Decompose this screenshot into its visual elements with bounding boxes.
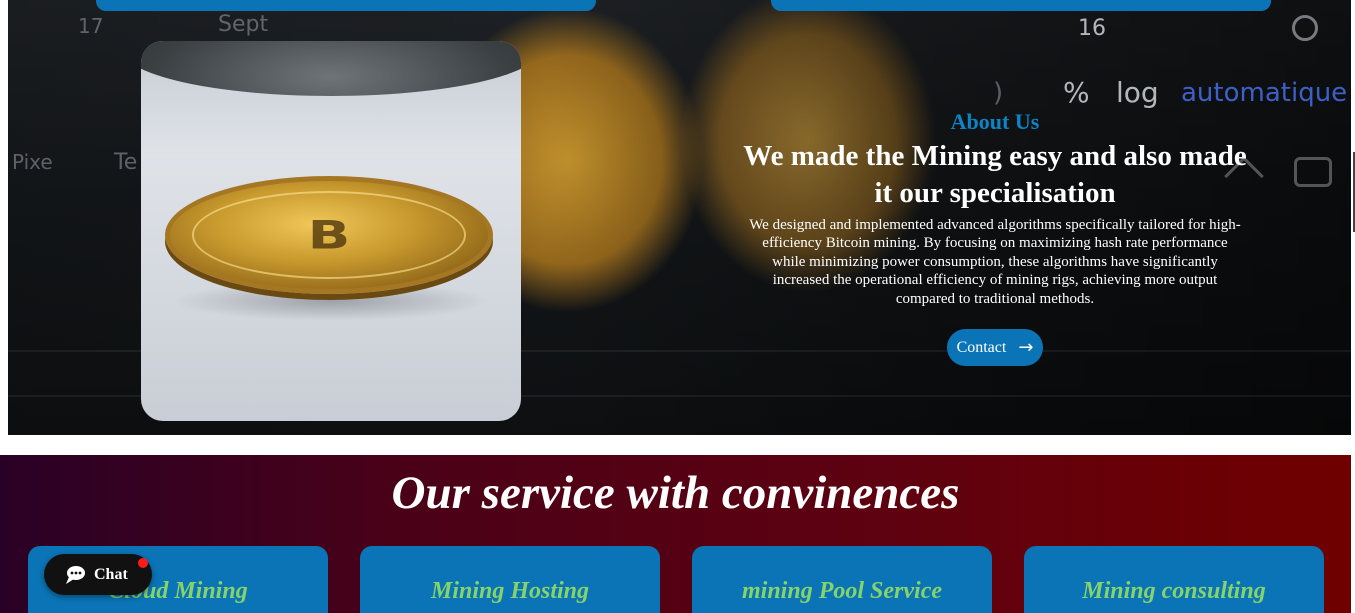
bg-screen-text: automatique (1181, 78, 1348, 108)
top-tab-right (771, 0, 1271, 11)
service-card-title: mining Pool Service (742, 578, 942, 604)
chat-button-label: Chat (94, 565, 128, 583)
photo-table-edge (141, 41, 521, 96)
bg-screen-text: % (1063, 76, 1090, 109)
service-card-title: Mining Hosting (430, 578, 590, 604)
contact-button-label: Contact (956, 338, 1007, 356)
service-card-mining-consulting[interactable]: Mining consulting (1024, 546, 1324, 613)
about-description: We designed and implemented advanced alg… (749, 217, 1241, 307)
bg-screen-text: log (1116, 76, 1159, 109)
arrow-right-icon: → (1018, 337, 1034, 359)
services-title: Our service with convinences (391, 467, 960, 519)
about-heading: We made the Mining easy and also made it… (743, 140, 1247, 209)
bitcoin-symbol-icon: B (307, 212, 351, 259)
bg-screen-text: Te (114, 150, 138, 175)
bg-screen-text: 17 (78, 14, 104, 38)
bg-gear-icon (1292, 15, 1318, 41)
bitcoin-photo: B (141, 41, 521, 421)
service-card-title: Mining consulting (1082, 578, 1266, 604)
contact-button[interactable]: Contact → (946, 329, 1044, 367)
bg-screen-text: Pixe (12, 150, 53, 174)
top-tab-left (96, 0, 596, 11)
bitcoin-coin-image: B (165, 176, 493, 294)
chat-button[interactable]: Chat (44, 554, 152, 595)
services-section: Our service with convinences Cloud Minin… (0, 455, 1351, 613)
service-card-mining-pool[interactable]: mining Pool Service (692, 546, 992, 613)
service-card-mining-hosting[interactable]: Mining Hosting (360, 546, 660, 613)
about-label: About Us (950, 109, 1040, 134)
about-content: About Us We made the Mining easy and als… (740, 108, 1250, 367)
chat-bubble-icon (66, 565, 85, 584)
bg-screen-text: Sept (218, 12, 269, 37)
chat-notification-dot (138, 558, 148, 568)
bg-window-icon (1294, 157, 1332, 187)
bg-screen-text: 16 (1078, 16, 1106, 41)
bg-screen-text: ) (993, 78, 1004, 108)
